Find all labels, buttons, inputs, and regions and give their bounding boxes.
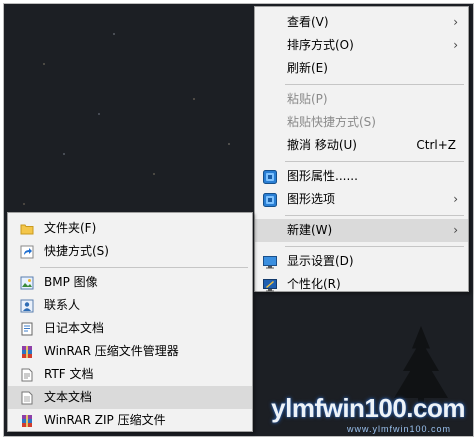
bmp-image-icon <box>20 275 34 290</box>
new-item-shortcut[interactable]: 快捷方式(S) <box>8 240 252 263</box>
menu-item-display-settings[interactable]: 显示设置(D) <box>255 250 468 273</box>
menu-item-label: 撤消 移动(U) <box>287 138 357 152</box>
menu-separator <box>285 215 464 216</box>
menu-item-label: WinRAR 压缩文件管理器 <box>44 344 179 358</box>
menu-separator <box>40 267 248 268</box>
chevron-right-icon: › <box>453 15 458 29</box>
menu-item-paste: 粘贴(P) <box>255 88 468 111</box>
chevron-right-icon: › <box>453 223 458 237</box>
chevron-right-icon: › <box>453 38 458 52</box>
rtf-document-icon <box>20 367 34 382</box>
shortcut-label: Ctrl+Z <box>416 138 456 152</box>
menu-item-label: 联系人 <box>44 298 81 312</box>
display-icon <box>263 254 277 269</box>
watermark-logo: ylmfwin100.com <box>271 393 465 423</box>
menu-item-view[interactable]: 查看(V) › <box>255 11 468 34</box>
menu-item-graphics-options[interactable]: 图形选项 › <box>255 188 468 211</box>
new-item-rtf-document[interactable]: RTF 文档 <box>8 363 252 386</box>
new-item-folder[interactable]: 文件夹(F) <box>8 217 252 240</box>
menu-item-label: 粘贴(P) <box>287 92 328 106</box>
menu-item-undo-move[interactable]: 撤消 移动(U) Ctrl+Z <box>255 134 468 157</box>
new-submenu: 文件夹(F) 快捷方式(S) BMP 图像 联系人 日记本文档 WinRAR 压… <box>7 212 253 432</box>
watermark-subtext: www.ylmfwin100.com <box>346 424 451 434</box>
new-item-journal[interactable]: 日记本文档 <box>8 317 252 340</box>
chevron-right-icon: › <box>453 192 458 206</box>
menu-item-label: 排序方式(O) <box>287 38 354 52</box>
menu-item-new[interactable]: 新建(W) › <box>255 219 468 242</box>
menu-item-label: WinRAR ZIP 压缩文件 <box>44 413 166 427</box>
winrar-zip-icon <box>20 413 34 427</box>
shortcut-icon <box>20 244 34 259</box>
menu-separator <box>285 246 464 247</box>
menu-item-label: BMP 图像 <box>44 275 98 289</box>
intel-graphics-icon <box>263 169 277 184</box>
menu-item-refresh[interactable]: 刷新(E) <box>255 57 468 80</box>
new-item-contact[interactable]: 联系人 <box>8 294 252 317</box>
menu-separator <box>285 161 464 162</box>
new-item-winrar-archive[interactable]: WinRAR 压缩文件管理器 <box>8 340 252 363</box>
menu-item-sort-by[interactable]: 排序方式(O) › <box>255 34 468 57</box>
new-item-winrar-zip[interactable]: WinRAR ZIP 压缩文件 <box>8 409 252 432</box>
menu-item-label: 快捷方式(S) <box>44 244 109 258</box>
menu-item-label: 文件夹(F) <box>44 221 97 235</box>
menu-item-label: 个性化(R) <box>287 277 341 291</box>
menu-item-label: 显示设置(D) <box>287 254 354 268</box>
menu-item-label: 粘贴快捷方式(S) <box>287 115 376 129</box>
text-document-icon <box>20 390 34 405</box>
intel-graphics-icon <box>263 192 277 207</box>
menu-item-label: 新建(W) <box>287 223 333 237</box>
menu-item-label: 刷新(E) <box>287 61 328 75</box>
menu-item-label: RTF 文档 <box>44 367 94 381</box>
menu-separator <box>285 84 464 85</box>
menu-item-label: 查看(V) <box>287 15 329 29</box>
new-item-text-document[interactable]: 文本文档 <box>8 386 252 409</box>
new-item-bmp-image[interactable]: BMP 图像 <box>8 271 252 294</box>
desktop-context-menu: 查看(V) › 排序方式(O) › 刷新(E) 粘贴(P) 粘贴快捷方式(S) … <box>254 6 469 292</box>
menu-item-label: 图形属性...... <box>287 169 358 183</box>
menu-item-label: 日记本文档 <box>44 321 105 335</box>
menu-item-graphics-properties[interactable]: 图形属性...... <box>255 165 468 188</box>
personalize-icon <box>263 277 277 292</box>
winrar-icon <box>20 344 34 358</box>
menu-item-paste-shortcut: 粘贴快捷方式(S) <box>255 111 468 134</box>
journal-icon <box>20 321 34 336</box>
contact-icon <box>20 298 34 313</box>
menu-item-label: 文本文档 <box>44 390 93 404</box>
menu-item-personalize[interactable]: 个性化(R) <box>255 273 468 296</box>
menu-item-label: 图形选项 <box>287 192 336 206</box>
folder-icon <box>20 221 34 235</box>
